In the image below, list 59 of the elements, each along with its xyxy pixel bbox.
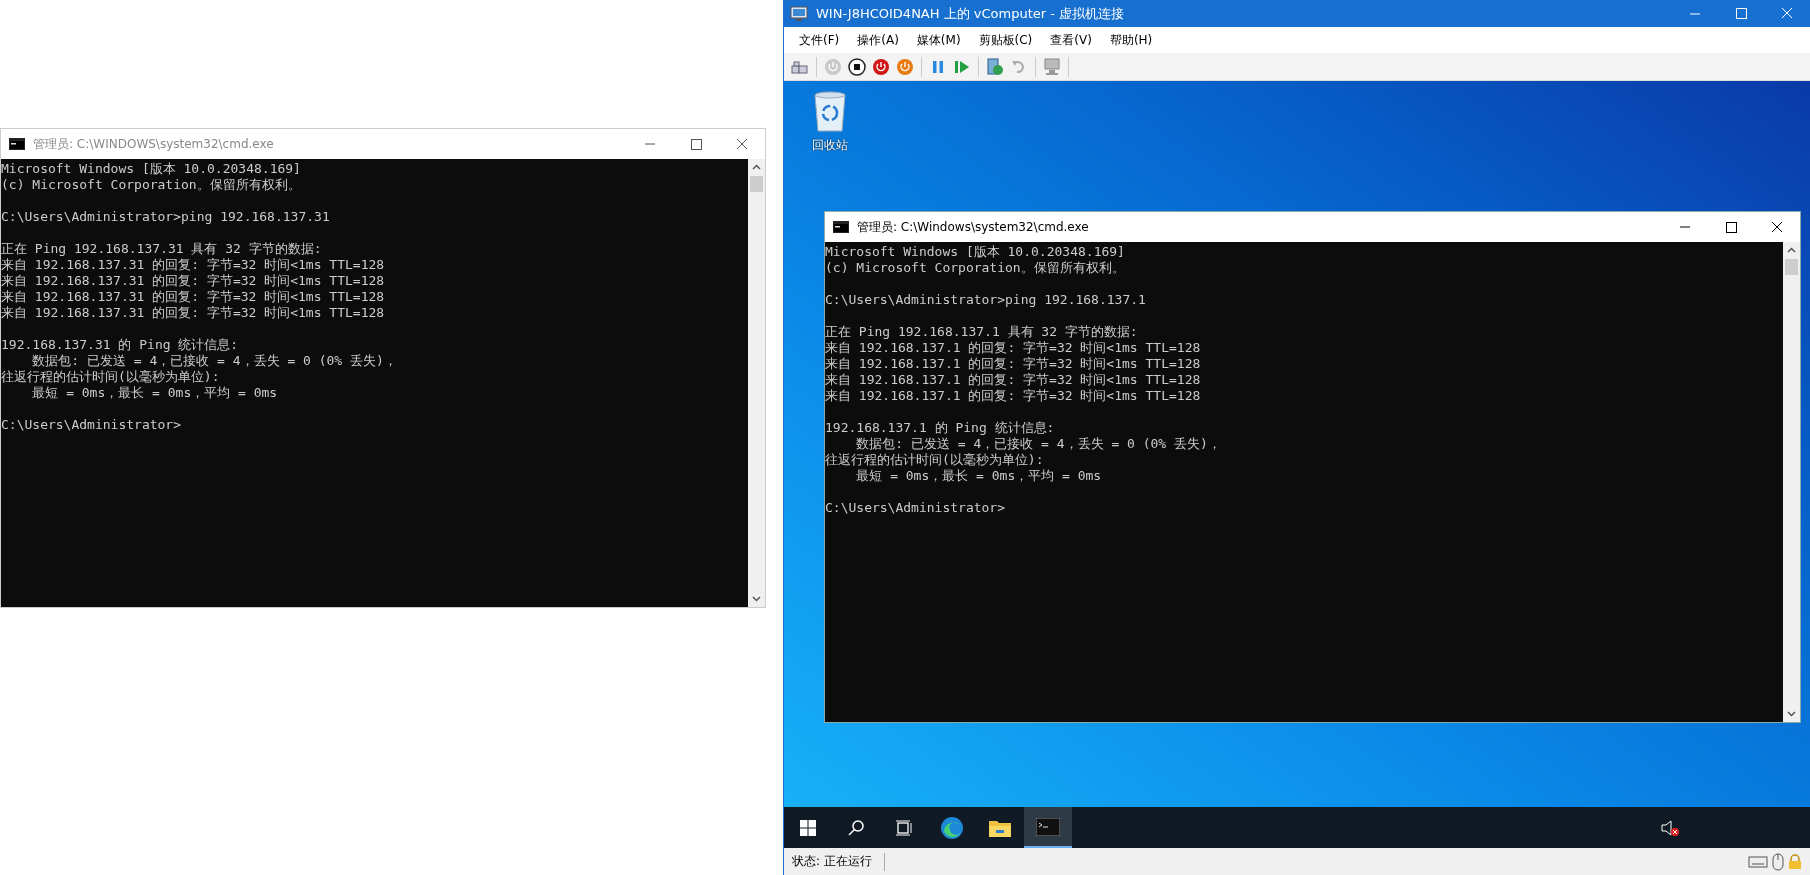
console-line: 正在 Ping 192.168.137.1 具有 32 字节的数据:	[825, 324, 1138, 340]
console-line: Microsoft Windows [版本 10.0.20348.169]	[1, 161, 301, 177]
console-line: 数据包: 已发送 = 4，已接收 = 4，丢失 = 0 (0% 丢失)，	[855, 436, 1221, 452]
console-line: 最短 = 0ms，最长 = 0ms，平均 = 0ms	[855, 468, 1102, 484]
console-line: C:\Users\Administrator>	[825, 500, 1005, 516]
scroll-thumb[interactable]	[1785, 259, 1798, 275]
windows-icon	[800, 819, 816, 836]
terminal-icon	[833, 221, 849, 233]
console-line: 来自 192.168.137.1 的回复: 字节=32 时间<1ms TTL=128	[825, 388, 1201, 404]
menu-item[interactable]: 帮助(H)	[1100, 31, 1162, 49]
keyboard-icon	[1748, 854, 1768, 869]
speaker-muted-icon[interactable]	[1660, 818, 1680, 837]
status-text: 状态: 正在运行	[792, 853, 872, 870]
scroll-thumb[interactable]	[750, 176, 763, 192]
console-line: 192.168.137.31 的 Ping 统计信息:	[1, 337, 239, 353]
console-line: C:\Users\Administrator>	[1, 417, 181, 433]
taskbar-button[interactable]	[1024, 807, 1072, 848]
window-title: 管理员: C:\WINDOWS\system32\cmd.exe	[33, 135, 274, 153]
terminal-icon	[1036, 817, 1060, 836]
console-line: 来自 192.168.137.31 的回复: 字节=32 时间<1ms TTL=128	[1, 305, 385, 321]
console-line: 最短 = 0ms，最长 = 0ms，平均 = 0ms	[31, 385, 278, 401]
console-line: 来自 192.168.137.31 的回复: 字节=32 时间<1ms TTL=128	[1, 289, 385, 305]
console-line: C:\Users\Administrator>ping 192.168.137.1	[825, 292, 1146, 308]
desktop-icon-label[interactable]: 回收站	[812, 137, 848, 154]
console-line: 往返行程的估计时间(以毫秒为单位):	[825, 452, 1044, 468]
checkpoint-icon[interactable]	[985, 56, 1005, 77]
menu-item[interactable]: 文件(F)	[790, 31, 849, 49]
console-line: (c) Microsoft Corporation。保留所有权利。	[1, 177, 301, 193]
menu-item[interactable]: 媒体(M)	[907, 31, 970, 49]
console-line: Microsoft Windows [版本 10.0.20348.169]	[825, 244, 1125, 260]
mouse-icon	[1772, 852, 1784, 871]
terminal-icon	[9, 138, 25, 150]
lock-icon	[1788, 853, 1802, 870]
console-line: 来自 192.168.137.31 的回复: 字节=32 时间<1ms TTL=128	[1, 257, 385, 273]
console-line: 来自 192.168.137.1 的回复: 字节=32 时间<1ms TTL=128	[825, 356, 1201, 372]
menu-item[interactable]: 操作(A)	[848, 31, 908, 49]
scrollbar[interactable]	[748, 159, 765, 607]
console-line: (c) Microsoft Corporation。保留所有权利。	[825, 260, 1125, 276]
browser-icon	[940, 815, 964, 840]
menu-item[interactable]: 查看(V)	[1041, 31, 1101, 49]
computer-icon[interactable]	[1042, 56, 1062, 77]
scrollbar[interactable]	[1783, 242, 1800, 722]
console-line: 来自 192.168.137.1 的回复: 字节=32 时间<1ms TTL=128	[825, 372, 1201, 388]
console-line: 192.168.137.1 的 Ping 统计信息:	[825, 420, 1055, 436]
console-line: 正在 Ping 192.168.137.31 具有 32 字节的数据:	[1, 241, 322, 257]
menu-item[interactable]: 剪贴板(C)	[969, 31, 1042, 49]
console-line: 数据包: 已发送 = 4，已接收 = 4，丢失 = 0 (0% 丢失)，	[31, 353, 397, 369]
search-icon	[847, 818, 865, 837]
window-title: WIN-J8HCOID4NAH 上的 vComputer - 虚拟机连接	[816, 4, 1125, 23]
stop-icon[interactable]	[847, 56, 867, 77]
console-line: C:\Users\Administrator>ping 192.168.137.31	[1, 209, 330, 225]
window-title: 管理员: C:\Windows\system32\cmd.exe	[857, 218, 1089, 236]
power-icon[interactable]	[871, 56, 891, 77]
console-line: 来自 192.168.137.1 的回复: 字节=32 时间<1ms TTL=128	[825, 340, 1201, 356]
monitor-icon	[790, 5, 808, 22]
console-line: 来自 192.168.137.31 的回复: 字节=32 时间<1ms TTL=128	[1, 273, 385, 289]
console-line: 往返行程的估计时间(以毫秒为单位):	[1, 369, 220, 385]
task-view-icon	[895, 819, 913, 836]
power-icon[interactable]	[895, 56, 915, 77]
